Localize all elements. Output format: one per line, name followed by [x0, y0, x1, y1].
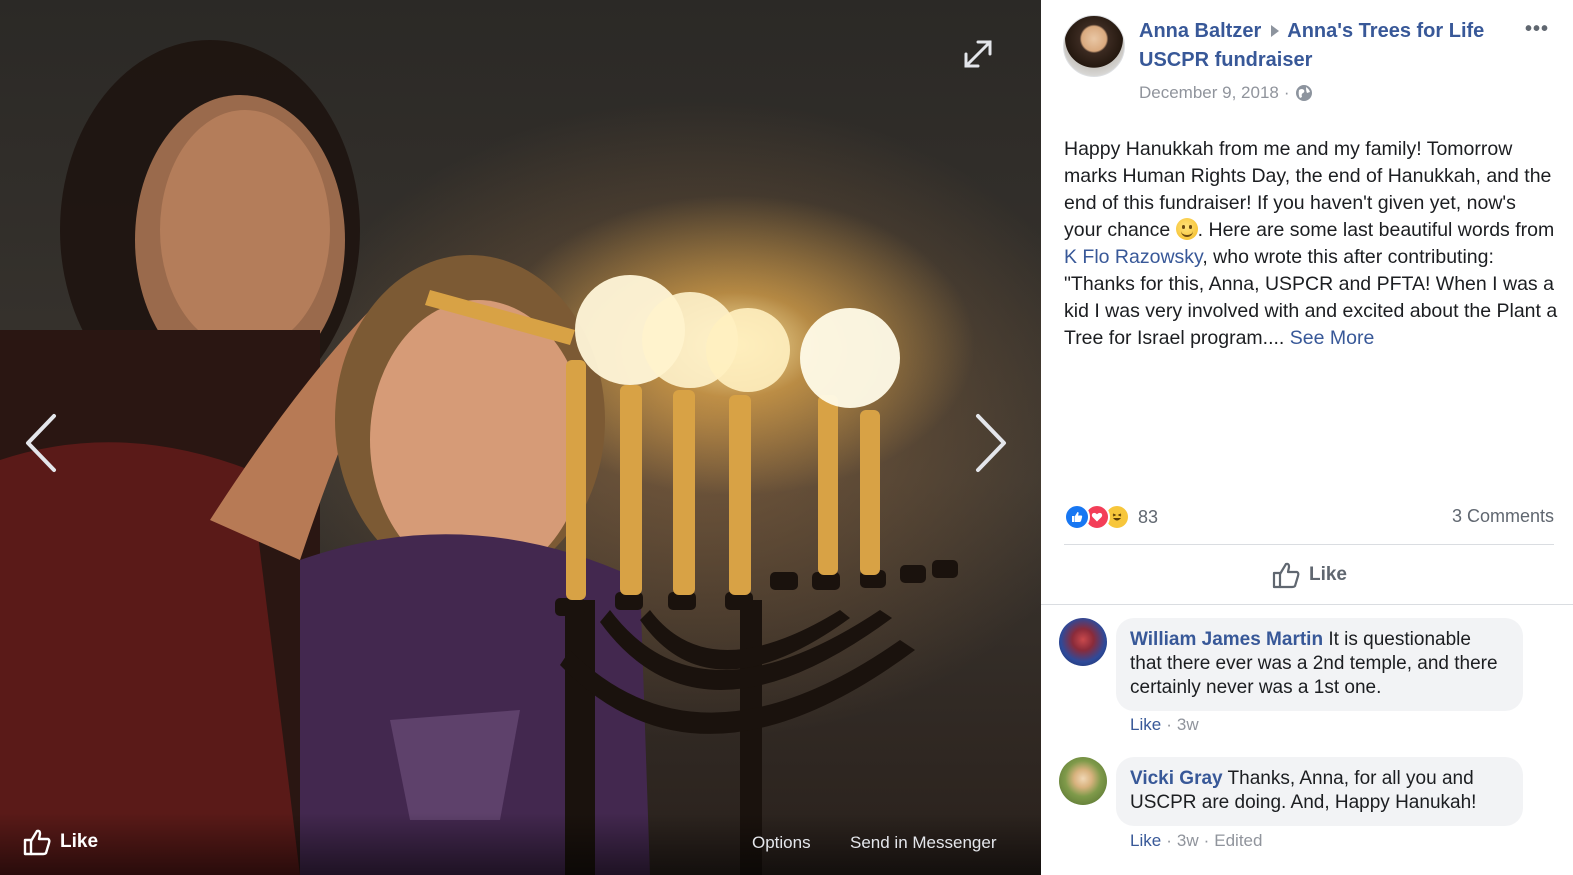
expand-icon[interactable]	[960, 36, 996, 72]
post-text-part-3: , who wrote this after contributing:	[1202, 246, 1494, 268]
options-link[interactable]: Options	[752, 833, 811, 853]
comment-action-separator: ·	[1166, 715, 1172, 734]
author-avatar[interactable]	[1063, 15, 1125, 77]
like-button-label: Like	[1308, 564, 1348, 585]
comment-author-link[interactable]: William James Martin	[1130, 629, 1323, 650]
comment-bubble: William James Martin It is questionable …	[1116, 618, 1523, 711]
mention-link[interactable]: K Flo Razowsky	[1064, 246, 1202, 268]
post-header: Anna Baltzer Anna's Trees for Life USCPR …	[1139, 17, 1529, 75]
comment-action-separator: ·	[1203, 831, 1210, 850]
post-photo	[0, 40, 958, 875]
post-date[interactable]: December 9, 2018	[1139, 83, 1279, 103]
comment-bubble: Vicki Gray Thanks, Anna, for all you and…	[1116, 757, 1523, 826]
comment-action-separator: ·	[1166, 831, 1172, 850]
see-more-link[interactable]: See More	[1290, 327, 1375, 349]
photo-viewer: Like Options Send in Messenger	[0, 0, 1041, 875]
commenter-avatar[interactable]	[1059, 618, 1107, 666]
more-options-icon[interactable]: •••	[1525, 18, 1549, 41]
meta-separator: ·	[1283, 83, 1290, 102]
arrow-right-icon	[1271, 24, 1280, 37]
viewer-like-button[interactable]: Like	[22, 826, 98, 858]
comment-time[interactable]: 3w	[1177, 715, 1199, 735]
comment-time[interactable]: 3w	[1177, 831, 1199, 851]
reaction-count: 83	[1138, 506, 1159, 527]
send-in-messenger-link[interactable]: Send in Messenger	[850, 833, 996, 853]
thumbs-up-icon	[1272, 562, 1300, 589]
post-meta: December 9, 2018 ·	[1139, 83, 1313, 103]
thumbs-up-icon	[23, 829, 51, 856]
smile-emoji-icon	[1175, 218, 1198, 240]
comment-actions: Like · 3w	[1130, 715, 1199, 735]
comment-edited-label[interactable]: Edited	[1214, 831, 1262, 851]
post-body: Happy Hanukkah from me and my family! To…	[1064, 136, 1559, 352]
comment-author-link[interactable]: Vicki Gray	[1130, 768, 1223, 789]
post-panel: Anna Baltzer Anna's Trees for Life USCPR …	[1041, 0, 1573, 875]
viewer-like-label: Like	[60, 831, 99, 852]
author-name-link[interactable]: Anna Baltzer	[1139, 20, 1261, 42]
comment-like-button[interactable]: Like	[1130, 715, 1161, 735]
divider	[1064, 544, 1554, 545]
like-button[interactable]: Like	[1064, 552, 1554, 598]
globe-icon	[1295, 85, 1312, 101]
chevron-left-icon[interactable]	[20, 410, 64, 476]
divider	[1041, 604, 1573, 605]
post-text-part-2: . Here are some last beautiful words fro…	[1197, 219, 1555, 241]
commenter-avatar[interactable]	[1059, 757, 1107, 805]
like-reaction-icon	[1064, 504, 1090, 530]
reaction-summary[interactable]: 83	[1064, 504, 1159, 530]
comment-like-button[interactable]: Like	[1130, 831, 1161, 851]
chevron-right-icon[interactable]	[968, 410, 1012, 476]
comment-actions: Like · 3w · Edited	[1130, 831, 1262, 851]
comments-count-link[interactable]: 3 Comments	[1452, 506, 1554, 527]
